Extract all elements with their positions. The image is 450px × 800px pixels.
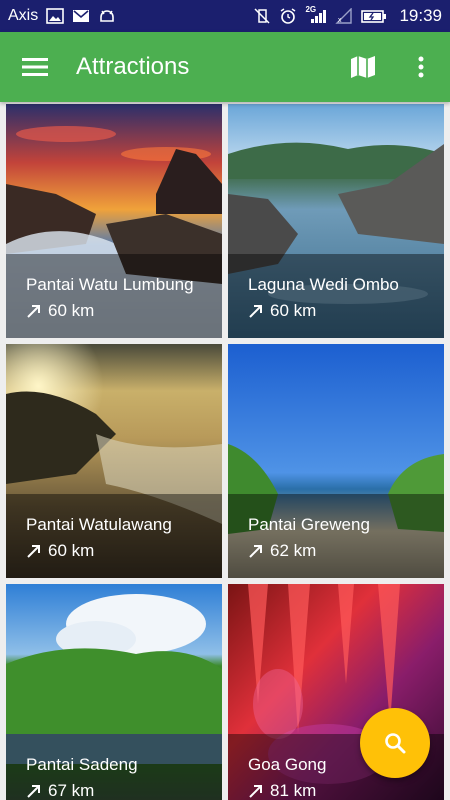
image-icon <box>46 8 65 24</box>
vibrate-off-icon <box>253 8 271 24</box>
attraction-distance: 60 km <box>26 300 222 322</box>
attraction-distance: 67 km <box>26 780 222 800</box>
distance-value: 81 km <box>270 781 317 800</box>
search-icon <box>385 733 406 754</box>
distance-value: 60 km <box>48 301 95 320</box>
attraction-caption: Pantai Sadeng 67 km <box>6 734 222 800</box>
svg-text:x: x <box>338 17 342 24</box>
attractions-grid: Pantai Watu Lumbung 60 km Laguna Wedi Om… <box>0 102 450 800</box>
arrow-up-right-icon <box>248 783 264 799</box>
arrow-up-right-icon <box>26 543 42 559</box>
arrow-up-right-icon <box>248 543 264 559</box>
distance-value: 62 km <box>270 541 317 560</box>
battery-icon <box>361 8 387 24</box>
map-button[interactable] <box>334 32 392 102</box>
distance-value: 67 km <box>48 781 95 800</box>
attraction-distance: 81 km <box>248 780 444 800</box>
network-type-label: 2G <box>305 5 317 14</box>
attraction-card[interactable]: Pantai Watulawang 60 km <box>6 344 222 578</box>
more-options-button[interactable] <box>392 32 450 102</box>
status-right: 2G x 19:39 <box>253 5 442 26</box>
distance-value: 60 km <box>270 301 317 320</box>
attraction-distance: 60 km <box>248 300 444 322</box>
attraction-card[interactable]: Pantai Sadeng 67 km <box>6 584 222 800</box>
android-debug-icon <box>98 8 116 24</box>
attraction-card[interactable]: Laguna Wedi Ombo 60 km <box>228 104 444 338</box>
alarm-icon <box>279 8 297 24</box>
attraction-name: Laguna Wedi Ombo <box>248 275 399 294</box>
attraction-caption: Pantai Watulawang 60 km <box>6 494 222 578</box>
arrow-up-right-icon <box>248 303 264 319</box>
more-vert-icon <box>418 56 424 78</box>
distance-value: 60 km <box>48 541 95 560</box>
attraction-name: Pantai Sadeng <box>26 755 138 774</box>
search-fab[interactable] <box>360 708 430 778</box>
no-signal-icon: x <box>335 8 353 24</box>
status-clock: 19:39 <box>399 6 442 25</box>
hamburger-menu-icon <box>22 58 48 76</box>
attraction-name: Pantai Greweng <box>248 515 370 534</box>
menu-button[interactable] <box>0 32 70 102</box>
attraction-caption: Pantai Greweng 62 km <box>228 494 444 578</box>
arrow-up-right-icon <box>26 303 42 319</box>
mail-icon <box>72 8 90 24</box>
attraction-caption: Laguna Wedi Ombo 60 km <box>228 254 444 338</box>
attraction-card[interactable]: Pantai Greweng 62 km <box>228 344 444 578</box>
carrier-name: Axis <box>8 7 39 24</box>
attraction-caption: Pantai Watu Lumbung 60 km <box>6 254 222 338</box>
status-bar: Axis 2G x 19:39 <box>0 0 450 32</box>
page-title: Attractions <box>76 53 190 80</box>
app-bar: Attractions <box>0 32 450 102</box>
attraction-name: Pantai Watu Lumbung <box>26 275 194 294</box>
status-left: Axis <box>8 7 116 25</box>
app-bar-actions <box>334 32 450 102</box>
signal-icon: 2G <box>305 5 327 24</box>
attraction-name: Pantai Watulawang <box>26 515 172 534</box>
map-icon <box>351 56 375 78</box>
attraction-card[interactable]: Pantai Watu Lumbung 60 km <box>6 104 222 338</box>
arrow-up-right-icon <box>26 783 42 799</box>
attraction-distance: 60 km <box>26 540 222 562</box>
attraction-distance: 62 km <box>248 540 444 562</box>
